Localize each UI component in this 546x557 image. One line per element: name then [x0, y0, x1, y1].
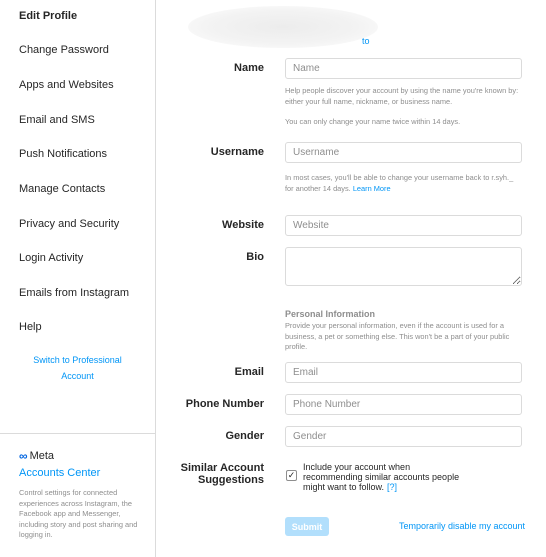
- accounts-center-description: Control settings for connected experienc…: [19, 488, 138, 540]
- personal-info-title: Personal Information: [285, 309, 376, 319]
- username-input[interactable]: [285, 142, 522, 163]
- meta-logo: ∞ Meta: [19, 449, 54, 463]
- website-input[interactable]: [285, 215, 522, 236]
- switch-to-professional-link[interactable]: Switch to Professional Account: [0, 352, 155, 384]
- sidebar-item-apps-websites[interactable]: Apps and Websites: [19, 79, 114, 91]
- bio-label: Bio: [246, 251, 264, 263]
- name-label: Name: [234, 62, 264, 74]
- similar-accounts-text: Include your account when recommending s…: [303, 462, 463, 492]
- submit-button[interactable]: Submit: [285, 517, 329, 536]
- temporarily-disable-account-link[interactable]: Temporarily disable my account: [399, 521, 525, 531]
- email-input[interactable]: [285, 362, 522, 383]
- similar-accounts-help-link[interactable]: [?]: [387, 482, 397, 492]
- username-label: Username: [210, 146, 264, 158]
- sidebar-item-privacy-security[interactable]: Privacy and Security: [19, 218, 119, 230]
- sidebar-divider: [0, 433, 155, 434]
- meta-infinity-icon: ∞: [19, 449, 28, 463]
- gender-input[interactable]: [285, 426, 522, 447]
- name-change-limit-text: You can only change your name twice with…: [285, 117, 461, 126]
- accounts-center-link[interactable]: Accounts Center: [19, 467, 100, 479]
- bio-textarea[interactable]: [285, 247, 522, 286]
- name-help-text: Help people discover your account by usi…: [285, 86, 519, 106]
- profile-header-blurred: [188, 6, 378, 48]
- name-input[interactable]: [285, 58, 522, 79]
- settings-sidebar: Edit Profile Change Password Apps and We…: [0, 0, 156, 557]
- phone-input[interactable]: [285, 394, 522, 415]
- personal-info-description: Provide your personal information, even …: [285, 321, 510, 351]
- meta-wordmark: Meta: [29, 450, 55, 462]
- similar-accounts-checkbox[interactable]: ✓: [286, 470, 297, 481]
- sidebar-item-email-sms[interactable]: Email and SMS: [19, 114, 95, 126]
- username-help-body: In most cases, you'll be able to change …: [285, 173, 514, 193]
- similar-accounts-label: Similar Account Suggestions: [181, 462, 264, 486]
- similar-accounts-description: Include your account when recommending s…: [303, 462, 460, 492]
- sidebar-item-emails-from-instagram[interactable]: Emails from Instagram: [19, 287, 129, 299]
- checkmark-icon: ✓: [287, 470, 296, 480]
- sidebar-item-login-activity[interactable]: Login Activity: [19, 252, 83, 264]
- switch-link-line2: Account: [61, 371, 94, 381]
- username-help-text: In most cases, you'll be able to change …: [285, 173, 517, 194]
- switch-link-line1: Switch to Professional: [33, 355, 122, 365]
- change-photo-link[interactable]: to: [362, 36, 370, 46]
- similar-label-line2: Suggestions: [197, 474, 264, 486]
- sidebar-item-push-notifications[interactable]: Push Notifications: [19, 148, 107, 160]
- email-label: Email: [234, 366, 264, 378]
- gender-label: Gender: [225, 430, 264, 442]
- similar-label-line1: Similar Account: [180, 462, 264, 474]
- sidebar-item-manage-contacts[interactable]: Manage Contacts: [19, 183, 105, 195]
- sidebar-item-change-password[interactable]: Change Password: [19, 44, 109, 56]
- website-label: Website: [222, 219, 264, 231]
- phone-label: Phone Number: [185, 398, 264, 410]
- sidebar-item-edit-profile[interactable]: Edit Profile: [19, 10, 77, 22]
- learn-more-link[interactable]: Learn More: [353, 184, 391, 193]
- sidebar-item-help[interactable]: Help: [19, 321, 42, 333]
